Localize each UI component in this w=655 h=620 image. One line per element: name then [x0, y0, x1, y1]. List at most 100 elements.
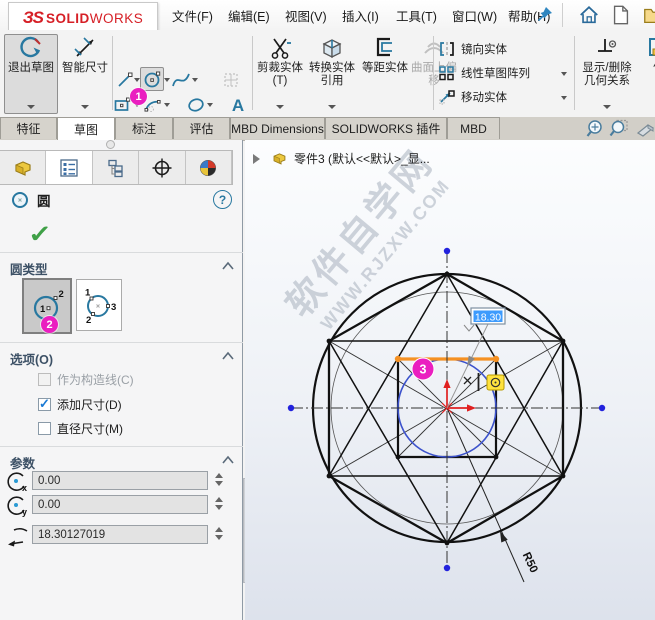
centerline-endpoint[interactable] — [443, 564, 451, 572]
open-document-icon[interactable] — [642, 4, 655, 26]
tab-addins[interactable]: SOLIDWORKS 插件 — [325, 117, 447, 139]
offset-entities-button[interactable]: 等距实体 — [360, 34, 410, 114]
menu-insert[interactable]: 插入(I) — [342, 6, 379, 25]
convert-entities-dropdown[interactable] — [327, 103, 337, 111]
tab-features[interactable]: 特征 — [0, 117, 57, 139]
perimeter-circle-icon: 1 2 3 — [85, 288, 116, 327]
tab-mbd[interactable]: MBD — [447, 117, 500, 139]
radius-field[interactable]: 18.30127019 — [32, 525, 208, 544]
center-y-value: 0.00 — [38, 498, 61, 511]
dim-value-text[interactable]: 18.30 — [475, 312, 501, 324]
tab-mbd-dimensions[interactable]: MBD Dimensions — [230, 117, 325, 139]
arc-dropdown[interactable] — [161, 93, 172, 115]
smart-dimension-dropdown[interactable] — [80, 103, 90, 111]
center-x-spinner[interactable] — [212, 470, 226, 491]
new-document-icon[interactable] — [610, 4, 632, 26]
center-y-field[interactable]: 0.00 — [32, 495, 208, 514]
display-relations-dropdown[interactable] — [602, 103, 612, 111]
section-separator — [0, 446, 243, 447]
tab-addins-label: SOLIDWORKS 插件 — [331, 122, 441, 136]
mirror-entities-button[interactable]: 镜向实体 — [438, 38, 572, 60]
move-entities-button[interactable]: 移动实体 — [438, 86, 572, 108]
ellipse-dropdown[interactable] — [204, 93, 215, 115]
step-badge-1: 1 — [130, 88, 147, 105]
repair-sketch-button[interactable]: 修 — [638, 34, 655, 114]
convert-entities-label: 转换实体引用 — [309, 62, 355, 87]
sketch-canvas[interactable]: R50 18.30 3 — [245, 140, 655, 620]
svg-text:A: A — [232, 96, 244, 115]
triangle-up[interactable] — [327, 272, 565, 477]
linear-pattern-dropdown[interactable] — [558, 62, 569, 84]
pin-icon[interactable] — [536, 5, 554, 23]
r50-label[interactable]: R50 — [520, 551, 540, 575]
linear-pattern-button[interactable]: 线性草图阵列 — [438, 62, 572, 84]
checkbox-box[interactable] — [38, 421, 51, 435]
selected-endpoint[interactable] — [492, 355, 500, 363]
center-x-value: 0.00 — [38, 474, 61, 487]
zoom-area-icon[interactable] — [608, 119, 628, 139]
command-manager: 退出草图 智能尺寸 A 剪裁实体(T) 转换实体引用 等距实体 曲面上偏移 镜向… — [0, 30, 655, 138]
feature-tree-item[interactable]: 零件3 (默认<<默认>_显... — [253, 150, 430, 167]
display-relations-button[interactable]: 显示/删除几何关系 — [578, 34, 636, 114]
convert-entities-button[interactable]: 转换实体引用 — [304, 34, 360, 114]
checkbox-construction-line[interactable]: 作为构造线(C) — [38, 371, 134, 387]
menu-window[interactable]: 窗口(W) — [452, 6, 497, 25]
home-icon[interactable] — [578, 4, 600, 26]
parameters-header: 参数 — [10, 457, 36, 471]
checkbox-diameter-dimension[interactable]: 直径尺寸(M) — [38, 420, 123, 436]
ok-check-icon[interactable]: ✓ — [28, 220, 52, 249]
menu-file[interactable]: 文件(F) — [172, 6, 213, 25]
checkbox-box[interactable] — [38, 372, 51, 386]
centerline-endpoint[interactable] — [287, 404, 295, 412]
toolbar-separator — [574, 36, 575, 110]
menu-edit[interactable]: 编辑(E) — [228, 6, 270, 25]
tab-annotations[interactable]: 标注 — [115, 117, 173, 139]
menu-view[interactable]: 视图(V) — [285, 6, 327, 25]
tree-expand-icon[interactable] — [253, 153, 265, 164]
tab-propertymanager[interactable] — [46, 151, 93, 184]
checkbox-add-dimensions[interactable]: 添加尺寸(D) — [38, 396, 122, 412]
trim-entities-button[interactable]: 剪裁实体(T) — [256, 34, 304, 114]
checkbox-box[interactable] — [38, 396, 51, 412]
tab-sketch[interactable]: 草图 — [57, 117, 115, 140]
radius-spinner[interactable] — [212, 524, 226, 545]
move-entities-dropdown[interactable] — [558, 86, 569, 108]
mirror-entities-label: 镜向实体 — [461, 44, 507, 56]
center-x-field[interactable]: 0.00 — [32, 471, 208, 490]
trim-entities-dropdown[interactable] — [275, 103, 285, 111]
center-y-icon: y — [7, 496, 27, 517]
centerline-endpoint[interactable] — [598, 404, 606, 412]
move-icon — [439, 90, 455, 105]
exit-sketch-dropdown[interactable] — [26, 103, 36, 111]
tab-configurationmanager[interactable] — [92, 151, 140, 184]
section-view-icon[interactable] — [634, 119, 654, 139]
tab-featuremanager[interactable] — [0, 151, 47, 184]
tab-dimxpertmanager[interactable] — [139, 151, 186, 184]
collapse-chevron-icon[interactable] — [222, 261, 234, 271]
menu-tools[interactable]: 工具(T) — [396, 6, 437, 25]
selected-endpoint[interactable] — [394, 355, 402, 363]
exit-sketch-button[interactable]: 退出草图 — [4, 34, 58, 114]
text-tool-button[interactable]: A — [226, 93, 250, 117]
offset-icon — [376, 37, 392, 57]
tab-evaluate[interactable]: 评估 — [173, 117, 230, 139]
smart-dimension-button[interactable]: 智能尺寸 — [60, 34, 110, 114]
help-button[interactable]: ? — [213, 190, 232, 209]
checkbox-label: 作为构造线(C) — [57, 372, 134, 387]
spline-dropdown[interactable] — [189, 68, 200, 90]
tab-displaymanager[interactable] — [185, 151, 233, 184]
collapse-chevron-icon[interactable] — [222, 455, 234, 465]
panel-handle[interactable] — [106, 140, 115, 149]
perimeter-circle-type-button[interactable]: 1 2 3 — [76, 279, 122, 331]
part-icon — [273, 153, 286, 165]
tab-mbd-label: MBD — [460, 121, 487, 136]
centerline-endpoint[interactable] — [443, 247, 451, 255]
center-y-spinner[interactable] — [212, 494, 226, 515]
exit-sketch-label: 退出草图 — [8, 62, 54, 74]
r50-leader-line[interactable] — [446, 407, 525, 583]
collapse-chevron-icon[interactable] — [222, 351, 234, 361]
checkbox-label: 直径尺寸(M) — [57, 421, 123, 436]
sketch-picture-button-disabled[interactable] — [219, 68, 243, 92]
zoom-fit-icon[interactable] — [586, 119, 606, 139]
graphics-viewport[interactable]: 软件自学网 WWW.RJZXW.COM R50 18.30 3 零件3 (默认<… — [245, 140, 655, 620]
